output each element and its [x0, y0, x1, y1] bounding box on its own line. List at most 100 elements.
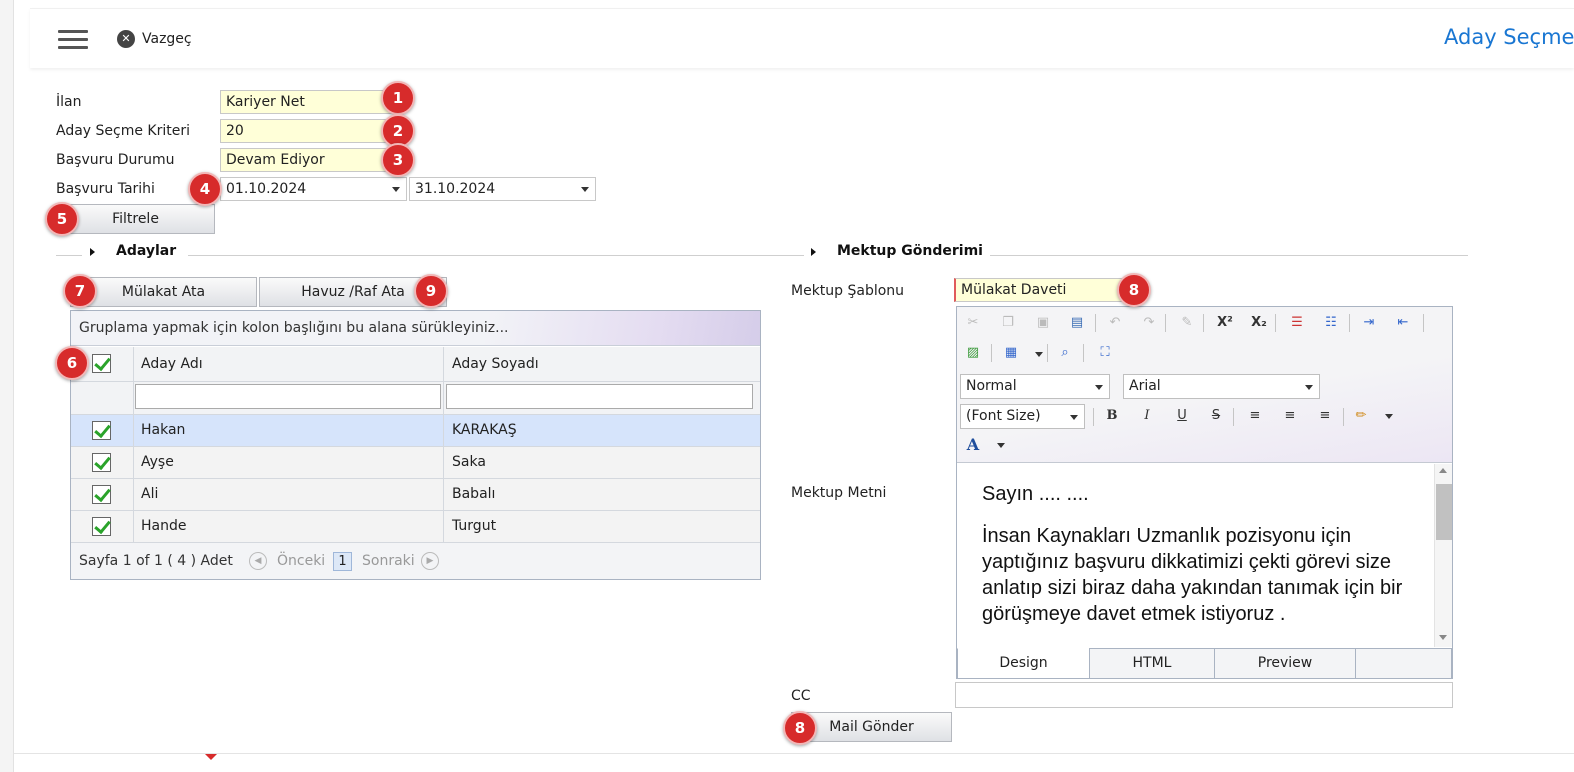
align-left-icon[interactable]: ≡	[1245, 406, 1265, 426]
tarih-label: Başvuru Tarihi	[56, 181, 155, 197]
paste-word-icon[interactable]: ▤	[1067, 313, 1087, 333]
caret-right-icon[interactable]	[811, 248, 816, 256]
step-badge: 5	[45, 202, 79, 236]
candidate-name: Hande	[141, 518, 187, 534]
highlight-color-icon[interactable]: ✏	[1351, 406, 1371, 426]
durum-field[interactable]: Devam Ediyor	[220, 148, 396, 172]
step-badge: 9	[414, 274, 448, 308]
candidate-surname: Saka	[452, 454, 486, 470]
cut-icon[interactable]: ✂	[963, 313, 983, 333]
row-checkbox[interactable]	[92, 485, 111, 504]
subscript-icon[interactable]: X₂	[1249, 313, 1269, 333]
kriter-field[interactable]: 20	[220, 119, 396, 143]
scroll-up-icon[interactable]	[1439, 468, 1447, 473]
name-filter-input[interactable]	[135, 384, 441, 409]
tab-spacer	[1355, 648, 1452, 679]
prev-button[interactable]: Önceki	[277, 553, 325, 569]
interview-button[interactable]: Mülakat Ata	[70, 277, 257, 307]
strikethrough-icon[interactable]: S	[1206, 406, 1226, 426]
kriter-label: Aday Seçme Kriteri	[56, 123, 191, 139]
table-row[interactable]	[71, 447, 760, 478]
format-painter-icon[interactable]: ✎	[1177, 313, 1197, 333]
insert-image-icon[interactable]: ▨	[963, 343, 983, 363]
date-start-picker[interactable]: 01.10.2024	[220, 177, 407, 201]
surname-filter-input[interactable]	[446, 384, 753, 409]
redo-icon[interactable]: ↷	[1139, 313, 1159, 333]
format-select[interactable]: Normal	[960, 374, 1110, 399]
caret-down-icon[interactable]	[205, 754, 217, 760]
align-right-icon[interactable]: ≡	[1315, 406, 1335, 426]
chevron-down-icon[interactable]	[1385, 414, 1393, 419]
step-badge: 7	[63, 274, 97, 308]
cc-label: CC	[791, 688, 811, 704]
filter-button[interactable]: Filtrele	[56, 204, 215, 234]
bold-icon[interactable]: B	[1102, 406, 1122, 426]
step-badge: 6	[55, 346, 89, 380]
next-button[interactable]: Sonraki	[362, 553, 415, 569]
step-badge: 8	[1117, 273, 1151, 307]
letter-section-title: Mektup Gönderimi	[837, 243, 983, 259]
italic-icon[interactable]: I	[1137, 406, 1157, 426]
date-end-picker[interactable]: 31.10.2024	[409, 177, 596, 201]
select-all-checkbox[interactable]	[92, 354, 111, 373]
ilan-field[interactable]: Kariyer Net	[220, 90, 396, 114]
chevron-down-icon	[392, 187, 400, 192]
font-select-value: Arial	[1129, 378, 1161, 394]
candidate-surname: KARAKAŞ	[452, 422, 517, 438]
font-color-icon[interactable]: A	[963, 435, 983, 455]
insert-table-icon[interactable]: ▦	[1001, 343, 1021, 363]
step-badge: 3	[381, 143, 415, 177]
caret-right-icon[interactable]	[90, 248, 95, 256]
paste-icon[interactable]: ▣	[1033, 313, 1053, 333]
copy-icon[interactable]: ❐	[998, 313, 1018, 333]
scroll-down-icon[interactable]	[1439, 635, 1447, 640]
body-label: Mektup Metni	[791, 485, 887, 501]
column-header-surname[interactable]: Aday Soyadı	[452, 356, 539, 372]
chevron-down-icon	[1095, 385, 1103, 390]
find-icon[interactable]: ⌕	[1055, 343, 1075, 363]
font-size-select[interactable]: (Font Size)	[960, 404, 1085, 429]
chevron-down-icon	[1305, 385, 1313, 390]
step-badge: 8	[783, 711, 817, 745]
menu-icon[interactable]	[58, 30, 88, 50]
ilan-label: İlan	[56, 94, 82, 110]
column-header-name[interactable]: Aday Adı	[141, 356, 203, 372]
cancel-icon[interactable]: ✕	[117, 30, 135, 48]
tab-preview[interactable]: Preview	[1214, 648, 1356, 679]
group-panel[interactable]: Gruplama yapmak için kolon başlığını bu …	[71, 311, 760, 346]
underline-icon[interactable]: U	[1172, 406, 1192, 426]
indent-icon[interactable]: ⇥	[1359, 313, 1379, 333]
undo-icon[interactable]: ↶	[1105, 313, 1125, 333]
fullscreen-icon[interactable]: ⛶	[1095, 343, 1115, 363]
cc-input[interactable]	[955, 682, 1453, 708]
group-hint: Gruplama yapmak için kolon başlığını bu …	[79, 320, 509, 336]
superscript-icon[interactable]: X²	[1215, 313, 1235, 333]
row-checkbox[interactable]	[92, 421, 111, 440]
candidate-name: Ali	[141, 486, 159, 502]
pager-summary: Sayfa 1 of 1 ( 4 ) Adet	[79, 553, 233, 569]
prev-icon[interactable]: ◀	[249, 552, 267, 570]
scroll-thumb[interactable]	[1436, 484, 1452, 540]
next-icon[interactable]: ▶	[421, 552, 439, 570]
section-divider	[56, 255, 82, 256]
cancel-button[interactable]: Vazgeç	[142, 31, 192, 47]
row-checkbox[interactable]	[92, 517, 111, 536]
row-checkbox[interactable]	[92, 453, 111, 472]
align-center-icon[interactable]: ≡	[1280, 406, 1300, 426]
html-editor: ✂ ❐ ▣ ▤ ↶ ↷ ✎ X² X₂ ☰ ☷ ⇥ ⇤ ▨ ▦ ⌕ ⛶ Norm…	[956, 306, 1453, 679]
editor-content[interactable]: Sayın .... .... İnsan Kaynakları Uzmanlı…	[957, 464, 1434, 647]
chevron-down-icon[interactable]	[1035, 352, 1043, 357]
tab-design[interactable]: Design	[957, 648, 1090, 679]
outdent-icon[interactable]: ⇤	[1393, 313, 1413, 333]
chevron-down-icon[interactable]	[997, 443, 1005, 448]
unordered-list-icon[interactable]: ☷	[1321, 313, 1341, 333]
editor-scrollbar[interactable]	[1434, 464, 1452, 647]
page-number[interactable]: 1	[333, 552, 352, 571]
table-row[interactable]	[71, 479, 760, 510]
ordered-list-icon[interactable]: ☰	[1287, 313, 1307, 333]
tab-html[interactable]: HTML	[1089, 648, 1215, 679]
template-field[interactable]: Mülakat Daveti	[954, 278, 1134, 302]
font-select[interactable]: Arial	[1123, 374, 1320, 399]
chevron-down-icon	[1070, 415, 1078, 420]
candidates-grid: Gruplama yapmak için kolon başlığını bu …	[70, 310, 761, 580]
